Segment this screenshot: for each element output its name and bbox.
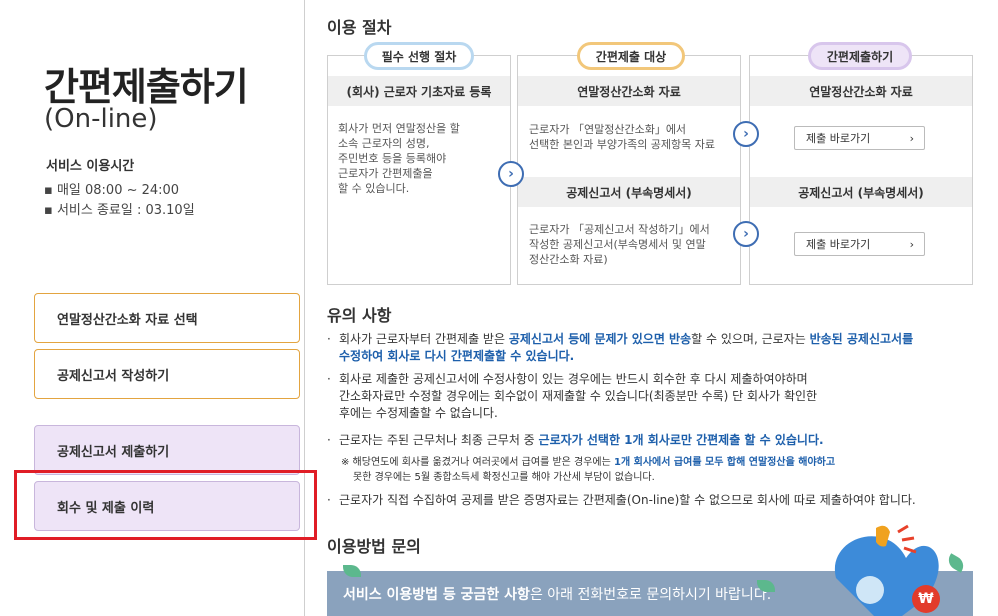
note-return: · 회사가 근로자부터 간편제출 받은 공제신고서 등에 문제가 있으면 반송할 … <box>327 332 914 363</box>
col1-description: 회사가 먼저 연말정산을 할 소속 근로자의 성명, 주민번호 등을 등록해야 … <box>338 122 460 195</box>
procedure-col-target: 연말정산간소화 자료 근로자가 「연말정산간소화」에서 선택한 본인과 부양가족… <box>517 55 741 285</box>
notes-heading: 유의 사항 <box>327 306 392 325</box>
page-title: 간편제출하기 <box>44 65 249 109</box>
service-hours-heading: 서비스 이용시간 <box>46 159 135 174</box>
service-end-line: ▪ 서비스 종료일 : 03.10일 <box>44 203 195 218</box>
procedure-col-prerequisite: (회사) 근로자 기초자료 등록 회사가 먼저 연말정산을 할 소속 근로자의 … <box>327 55 511 285</box>
pill-submit: 간편제출하기 <box>808 42 912 70</box>
submit-deduction-form-button[interactable]: 제출 바로가기 › <box>794 232 925 256</box>
left-panel: 간편제출하기 (On-line) 서비스 이용시간 ▪ 매일 08:00 ~ 2… <box>0 0 317 616</box>
procedure-col-submit: 연말정산간소화 자료 제출 바로가기 › 공제신고서 (부속명세서) 제출 바로… <box>749 55 973 285</box>
col2-description-2: 근로자가 「공제신고서 작성하기」에서 작성한 공제신고서(부속명세서 및 연말… <box>529 223 710 266</box>
chevron-right-icon: › <box>909 237 914 251</box>
note-one-company: · 근로자는 주된 근무처나 최종 근무처 중 근로자가 선택한 1개 회사로만 … <box>327 433 824 447</box>
arrow-right-icon[interactable]: › <box>498 161 524 187</box>
col1-heading: (회사) 근로자 기초자료 등록 <box>328 76 510 106</box>
col3-heading-2: 공제신고서 (부속명세서) <box>750 177 972 207</box>
submit-simplified-data-button[interactable]: 제출 바로가기 › <box>794 126 925 150</box>
menu-select-simplified-data[interactable]: 연말정산간소화 자료 선택 <box>34 293 300 343</box>
col2-heading-2: 공제신고서 (부속명세서) <box>518 177 740 207</box>
menu-submit-deduction-form[interactable]: 공제신고서 제출하기 <box>34 425 300 475</box>
decor-leaf-icon <box>945 553 967 573</box>
inquiry-heading: 이용방법 문의 <box>327 537 421 556</box>
col3-heading-1: 연말정산간소화 자료 <box>750 76 972 106</box>
col2-heading-1: 연말정산간소화 자료 <box>518 76 740 106</box>
pill-submission-target: 간편제출 대상 <box>577 42 685 70</box>
note-fine-print: ※ 해당연도에 회사를 옮겼거나 여러곳에서 급여를 받은 경우에는 1개 회사… <box>341 457 836 483</box>
pill-prerequisite: 필수 선행 절차 <box>364 42 474 70</box>
note-direct-evidence: · 근로자가 직접 수집하여 공제를 받은 증명자료는 간편제출(On-line)… <box>327 493 916 507</box>
col2-description-1: 근로자가 「연말정산간소화」에서 선택한 본인과 부양가족의 공제항목 자료 <box>529 123 716 151</box>
chevron-right-icon: › <box>909 131 914 145</box>
note-withdraw: · 회사로 제출한 공제신고서에 수정사항이 있는 경우에는 반드시 회수한 후 … <box>327 372 818 420</box>
arrow-right-icon[interactable]: › <box>733 221 759 247</box>
page-subtitle: (On-line) <box>44 104 158 134</box>
procedure-heading: 이용 절차 <box>327 18 392 37</box>
won-badge-icon: ₩ <box>912 585 940 613</box>
service-hours-line: ▪ 매일 08:00 ~ 24:00 <box>44 183 180 198</box>
highlight-box <box>14 470 317 540</box>
arrow-right-icon[interactable]: › <box>733 121 759 147</box>
menu-write-deduction-form[interactable]: 공제신고서 작성하기 <box>34 349 300 399</box>
